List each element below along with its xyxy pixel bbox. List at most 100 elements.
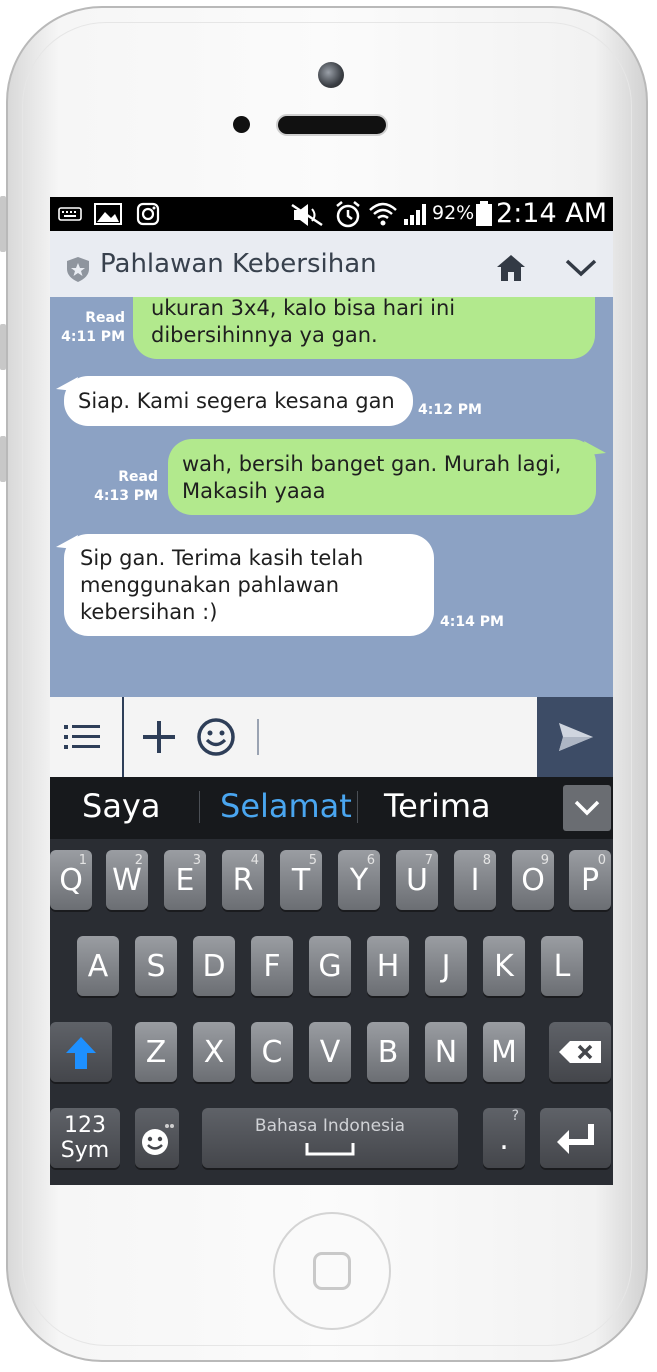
home-button-square (313, 1252, 351, 1290)
image-icon (94, 203, 122, 225)
key-b[interactable]: B (367, 1022, 409, 1082)
key-m[interactable]: M (483, 1022, 525, 1082)
key-e[interactable]: 3E (164, 850, 206, 910)
emoji-icon[interactable] (196, 717, 236, 757)
key-hint: 5 (308, 853, 317, 868)
message-line: wah, bersih banget gan. Murah lagi, (182, 452, 562, 476)
suggestion-2[interactable]: Selamat (220, 787, 352, 825)
instagram-icon (136, 202, 160, 226)
key-n[interactable]: N (425, 1022, 467, 1082)
message-line: Sip gan. Terima kasih telah (80, 546, 364, 570)
message-bubble-incoming[interactable]: Siap. Kami segera kesana gan (64, 376, 413, 426)
send-button[interactable] (537, 697, 613, 777)
status-bar: 92% 2:14 AM (50, 197, 613, 231)
key-u[interactable]: 7U (396, 850, 438, 910)
key-k[interactable]: K (483, 936, 525, 996)
message-meta: Read 4:11 PM (58, 309, 125, 347)
key-label: I (470, 863, 480, 898)
battery-icon (476, 201, 492, 226)
backspace-key[interactable] (549, 1022, 611, 1082)
symbols-key-label: Sym (60, 1138, 110, 1163)
symbols-key[interactable]: 123 Sym (50, 1108, 120, 1168)
message-line: dibersihinnya ya gan. (151, 323, 378, 347)
space-key-language: Bahasa Indonesia (254, 1116, 406, 1136)
keyboard-icon (58, 207, 82, 221)
mute-switch (0, 436, 6, 482)
message-bubble-incoming[interactable]: Sip gan. Terima kasih telah menggunakan … (64, 534, 434, 636)
suggestion-divider (357, 791, 358, 823)
chevron-down-icon[interactable] (564, 255, 598, 279)
key-r[interactable]: 4R (222, 850, 264, 910)
signal-icon (404, 204, 426, 225)
key-j[interactable]: J (425, 936, 467, 996)
message-input[interactable] (262, 697, 536, 777)
key-w[interactable]: 2W (106, 850, 148, 910)
key-i[interactable]: 8I (454, 850, 496, 910)
home-icon[interactable] (495, 253, 527, 283)
message-line: Makasih yaaa (182, 479, 326, 503)
home-button[interactable] (273, 1212, 391, 1330)
send-icon (559, 723, 593, 751)
read-status: Read (118, 469, 158, 485)
key-p[interactable]: 0P (569, 850, 611, 910)
key-s[interactable]: S (135, 936, 177, 996)
smiley-icon (142, 1124, 174, 1155)
key-label: T (291, 863, 311, 898)
message-time: 4:14 PM (440, 614, 504, 630)
key-d[interactable]: D (193, 936, 235, 996)
suggestion-1[interactable]: Saya (82, 787, 160, 825)
shift-key[interactable] (50, 1022, 112, 1082)
message-input-bar (50, 697, 613, 777)
key-hint: 3 (192, 853, 201, 868)
period-key[interactable]: ? . (483, 1108, 525, 1168)
key-y[interactable]: 6Y (338, 850, 380, 910)
suggestion-divider (199, 791, 200, 823)
collapse-suggestions-button[interactable] (563, 785, 611, 831)
space-key[interactable]: Bahasa Indonesia (202, 1108, 458, 1168)
key-hint: 7 (424, 853, 433, 868)
key-a[interactable]: A (77, 936, 119, 996)
key-x[interactable]: X (193, 1022, 235, 1082)
front-camera (318, 62, 344, 88)
key-v[interactable]: V (309, 1022, 351, 1082)
key-o[interactable]: 9O (512, 850, 554, 910)
key-c[interactable]: C (251, 1022, 293, 1082)
key-label: Y (349, 863, 369, 898)
space-bar-icon (305, 1143, 355, 1156)
message-bubble-outgoing[interactable]: ukuran 3x4, kalo bisa hari ini dibersihi… (133, 297, 595, 359)
volume-down-button (0, 324, 6, 370)
emoji-key[interactable] (135, 1108, 179, 1168)
suggestion-3[interactable]: Terima (384, 787, 491, 825)
chat-area: ukuran 3x4, kalo bisa hari ini dibersihi… (50, 297, 613, 697)
key-hint: 2 (134, 853, 143, 868)
key-l[interactable]: L (541, 936, 583, 996)
key-q[interactable]: 1Q (50, 850, 92, 910)
message-line: Siap. Kami segera kesana gan (78, 389, 395, 413)
message-line: kebersihan :) (80, 600, 218, 624)
message-line: ukuran 3x4, kalo bisa hari ini (151, 297, 456, 320)
message-time: 4:11 PM (61, 329, 125, 345)
key-label: P (580, 863, 600, 898)
chevron-down-icon (574, 800, 600, 816)
menu-icon[interactable] (62, 721, 102, 753)
enter-key[interactable] (540, 1108, 611, 1168)
key-h[interactable]: H (367, 936, 409, 996)
mute-icon (291, 203, 323, 227)
wifi-icon (369, 202, 397, 226)
shield-icon (67, 257, 89, 282)
shift-arrow-icon (66, 1037, 96, 1069)
chat-header: Pahlawan Kebersihan (50, 231, 613, 297)
key-f[interactable]: F (251, 936, 293, 996)
key-g[interactable]: G (309, 936, 351, 996)
message-bubble-outgoing[interactable]: wah, bersih banget gan. Murah lagi, Maka… (168, 439, 596, 515)
read-status: Read (85, 310, 125, 326)
plus-icon[interactable] (141, 719, 177, 755)
earpiece-speaker (276, 114, 388, 136)
period-key-label: . (499, 1122, 509, 1157)
message-time: 4:13 PM (94, 488, 158, 504)
alarm-icon (336, 201, 360, 228)
message-time: 4:12 PM (418, 402, 482, 418)
key-hint: 9 (540, 853, 549, 868)
key-z[interactable]: Z (135, 1022, 177, 1082)
key-t[interactable]: 5T (280, 850, 322, 910)
